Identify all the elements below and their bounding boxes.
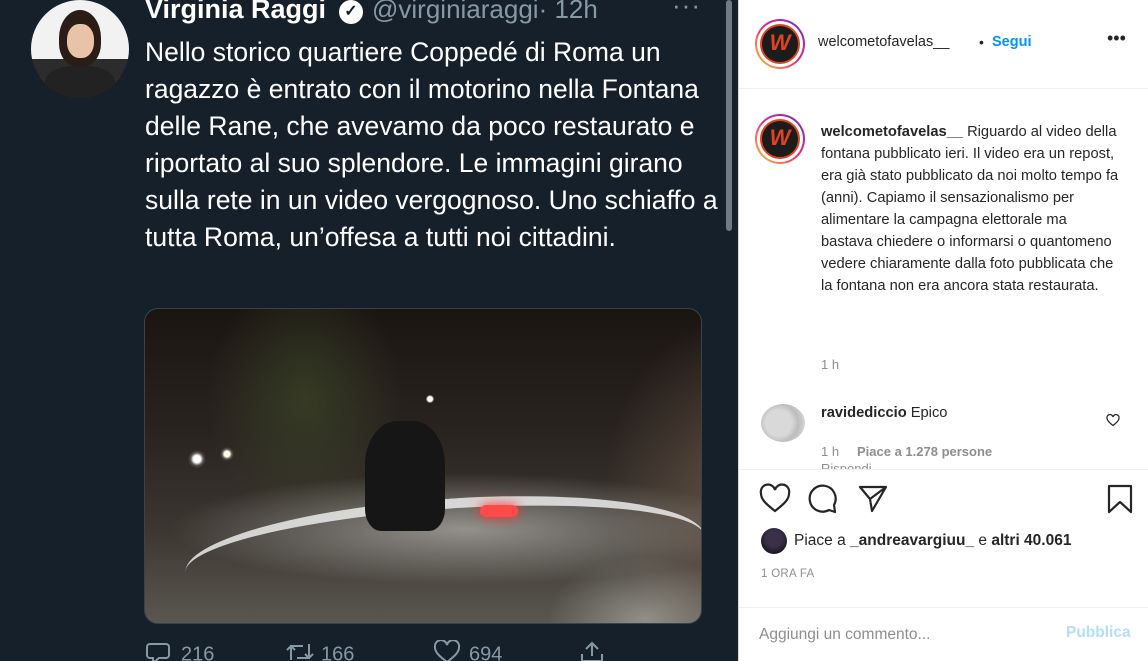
handle-text[interactable]: @virginiaraggi (372, 0, 539, 24)
likes-summary: Piace a _andreavargiuu_ e altri 40.061 (794, 532, 1071, 550)
share-button[interactable] (579, 640, 615, 661)
reply-count: 216 (181, 643, 215, 661)
likes-others[interactable]: altri 40.061 (991, 532, 1071, 549)
verified-badge-icon: ✓ (339, 0, 363, 24)
author-name[interactable]: Virginia Raggi (145, 0, 326, 25)
caption-text: Riguardo al video della fontana pubblica… (821, 124, 1119, 294)
logo-letter: W (760, 119, 800, 159)
tweet-time[interactable]: · 12h (539, 0, 598, 24)
likes-middle: e (978, 532, 988, 549)
commenter-avatar[interactable] (761, 404, 805, 442)
comment-reply-button[interactable]: Rispondi (821, 461, 872, 469)
comment-time[interactable]: 1 h (821, 444, 839, 459)
caption-username[interactable]: welcometofavelas__ (821, 124, 963, 140)
post-header: W welcometofavelas__ • Segui ••• (739, 0, 1148, 89)
more-options-icon[interactable]: ••• (1107, 28, 1126, 49)
liker-avatar[interactable] (761, 528, 787, 554)
like-heart-icon[interactable] (759, 483, 793, 517)
like-button[interactable]: 694 (433, 639, 503, 661)
comment-likes[interactable]: Piace a 1.278 persone (857, 444, 992, 459)
tweet-text: Nello storico quartiere Coppedé di Roma … (145, 37, 718, 252)
comment-input[interactable] (759, 623, 1059, 647)
likes-prefix: Piace a (794, 532, 846, 549)
comment-username[interactable]: ravidediccio (821, 405, 907, 421)
more-options-icon[interactable]: ··· (672, 0, 701, 21)
comment-item: ravidediccio Epico (821, 405, 947, 421)
retweet-button[interactable]: 166 (285, 640, 354, 661)
share-paper-plane-icon[interactable] (857, 483, 891, 517)
comment-bubble-icon[interactable] (807, 483, 841, 517)
reply-button[interactable]: 216 (145, 640, 214, 661)
follow-button[interactable]: Segui (992, 34, 1031, 50)
scrollbar-thumb[interactable] (726, 0, 732, 231)
add-comment-bar: Pubblica (739, 607, 1148, 661)
save-bookmark-icon[interactable] (1105, 483, 1139, 517)
tweet-panel: Virginia Raggi ✓ @virginiaraggi· 12h ···… (0, 0, 738, 661)
tweet-video[interactable] (144, 308, 702, 624)
comment-like-heart-icon[interactable] (1106, 413, 1120, 430)
instagram-post-panel: W welcometofavelas__ • Segui ••• W welco… (738, 0, 1148, 661)
tweet-actions: 216 166 694 (145, 639, 615, 661)
caption-avatar[interactable]: W (755, 114, 805, 164)
author-handle[interactable]: @virginiaraggi· 12h (372, 0, 598, 25)
publish-button[interactable]: Pubblica (1066, 624, 1131, 642)
retweet-count: 166 (321, 643, 355, 661)
separator-dot: • (979, 34, 984, 50)
logo-letter: W (760, 24, 800, 64)
caption-time[interactable]: 1 h (821, 357, 839, 372)
heart-icon (433, 639, 461, 661)
comment-text: Epico (910, 405, 948, 421)
post-actions: Piace a _andreavargiuu_ e altri 40.061 1… (739, 469, 1148, 661)
post-caption: welcometofavelas__ Riguardo al video dell… (821, 121, 1121, 297)
post-timestamp[interactable]: 1 ORA FA (761, 568, 815, 580)
header-username[interactable]: welcometofavelas__ (818, 34, 949, 50)
retweet-icon (285, 640, 314, 661)
like-count: 694 (469, 643, 503, 661)
author-avatar[interactable] (31, 0, 129, 98)
profile-avatar[interactable]: W (755, 19, 805, 69)
reply-icon (145, 640, 171, 661)
share-icon (579, 640, 605, 661)
comments-section[interactable]: W welcometofavelas__ Riguardo al video de… (739, 90, 1148, 469)
liker-username[interactable]: _andreavargiuu_ (850, 532, 974, 549)
